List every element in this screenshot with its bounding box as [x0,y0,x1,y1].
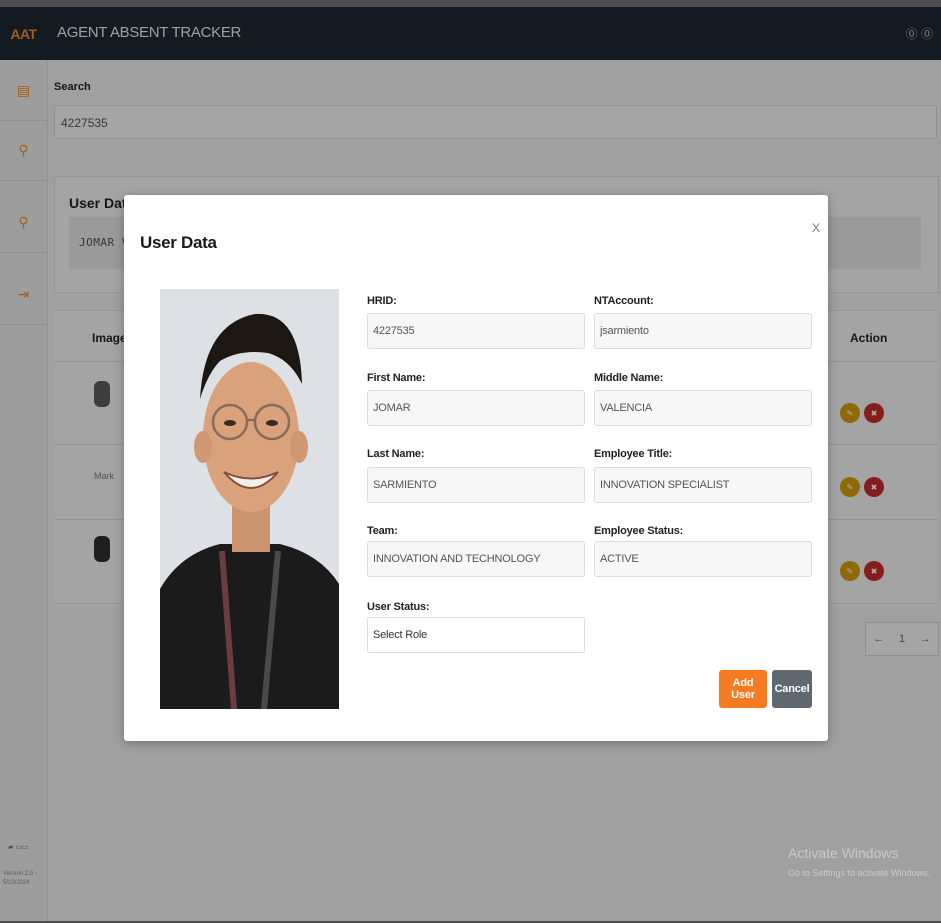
hrid-field[interactable]: 4227535 [367,313,585,349]
middle-name-field[interactable]: VALENCIA [594,390,812,426]
cancel-button[interactable]: Cancel [772,670,812,708]
last-name-field[interactable]: SARMIENTO [367,467,585,503]
activate-windows-subtitle: Go to Settings to activate Windows. [788,868,931,878]
first-name-label: First Name: [367,372,426,384]
modal-title: User Data [140,233,217,252]
close-button[interactable]: X [812,221,820,235]
hrid-label: HRID: [367,295,397,307]
team-field[interactable]: INNOVATION AND TECHNOLOGY [367,541,585,577]
first-name-field[interactable]: JOMAR [367,390,585,426]
team-label: Team: [367,525,398,537]
employee-status-label: Employee Status: [594,525,684,537]
add-user-button[interactable]: Add User [719,670,767,708]
window-frame-top [0,0,941,7]
middle-name-label: Middle Name: [594,372,664,384]
ntaccount-field[interactable]: jsarmiento [594,313,812,349]
user-photo [160,289,339,709]
last-name-label: Last Name: [367,448,425,460]
employee-title-label: Employee Title: [594,448,673,460]
user-status-select[interactable]: Select Role [367,617,585,653]
user-data-modal: User Data X HRID: 4227535 NTAccount: jsa… [124,195,828,741]
user-photo-image [160,289,339,709]
employee-title-field[interactable]: INNOVATION SPECIALIST [594,467,812,503]
ntaccount-label: NTAccount: [594,295,654,307]
employee-status-field[interactable]: ACTIVE [594,541,812,577]
activate-windows-title: Activate Windows [788,845,899,861]
user-status-label: User Status: [367,601,430,613]
